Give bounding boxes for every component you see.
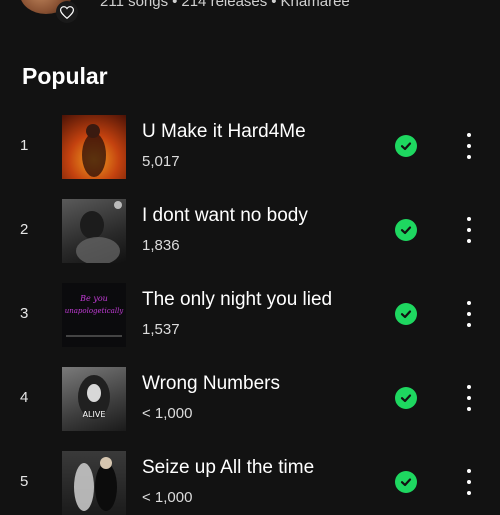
cover-text: unapologetically [65,307,125,315]
track-rank: 4 [20,389,29,406]
artist-meta: 211 songs • 214 releases • Khamaree [100,0,350,10]
more-vertical-icon[interactable] [458,301,480,327]
track-cover [62,451,126,515]
track-play-count: 1,836 [142,237,180,254]
track-rank: 5 [20,473,29,490]
more-vertical-icon[interactable] [458,385,480,411]
track-row[interactable]: 4 ALIVE Wrong Numbers < 1,000 [0,364,500,431]
check-icon[interactable] [395,387,417,409]
track-play-count: 1,537 [142,321,180,338]
artist-header: 211 songs • 214 releases • Khamaree [0,0,500,26]
track-play-count: 5,017 [142,153,180,170]
track-rank: 2 [20,221,29,238]
track-title: The only night you lied [142,289,333,310]
track-title: U Make it Hard4Me [142,121,306,142]
cover-text: Be you [79,294,108,303]
section-title: Popular [22,63,108,89]
more-vertical-icon[interactable] [458,217,480,243]
track-rank: 3 [20,305,29,322]
track-row[interactable]: 1 U Make it Hard4Me 5,017 [0,112,500,179]
track-cover [62,115,126,179]
cover-text: ALIVE [83,410,106,419]
track-row[interactable]: 3 Be you unapologetically The only night… [0,280,500,347]
track-title: Wrong Numbers [142,373,280,394]
release-count: 214 releases [181,0,268,10]
track-cover: Be you unapologetically [62,283,126,347]
track-play-count: < 1,000 [142,489,193,506]
track-play-count: < 1,000 [142,405,193,422]
check-icon[interactable] [395,135,417,157]
track-cover [62,199,126,263]
heart-icon[interactable] [56,1,78,23]
artist-name[interactable]: Khamaree [281,0,350,10]
track-row[interactable]: 5 Seize up All the time < 1,000 [0,448,500,515]
check-icon[interactable] [395,303,417,325]
check-icon[interactable] [395,471,417,493]
track-row[interactable]: 2 I dont want no body 1,836 [0,196,500,263]
song-count: 211 songs [100,0,169,10]
more-vertical-icon[interactable] [458,133,480,159]
track-title: I dont want no body [142,205,308,226]
track-title: Seize up All the time [142,457,315,478]
check-icon[interactable] [395,219,417,241]
track-rank: 1 [20,137,29,154]
more-vertical-icon[interactable] [458,469,480,495]
track-cover: ALIVE [62,367,126,431]
